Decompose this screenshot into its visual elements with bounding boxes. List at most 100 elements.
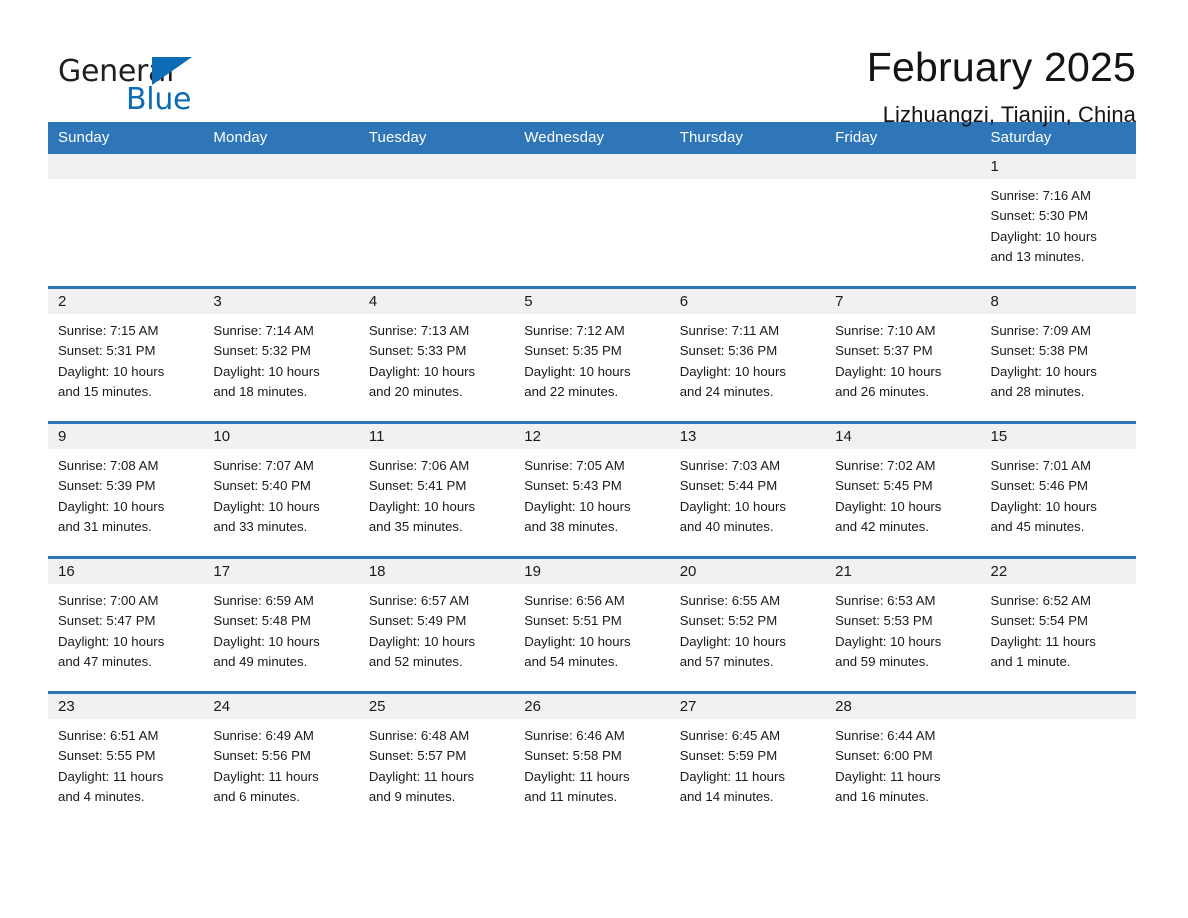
day-info: Sunrise: 7:12 AM Sunset: 5:35 PM Daylight:… [514,314,669,402]
day-info: Sunrise: 7:05 AM Sunset: 5:43 PM Daylight:… [514,449,669,537]
daylight-text-line1: Daylight: 10 hours [368,633,476,649]
day-number: 22 [980,559,1136,584]
day-cell-inner: 20 Sunrise: 6:55 AM Sunset: 5:52 PM Dayligh… [669,559,826,691]
sunset-text: Sunset: 5:36 PM [679,343,778,359]
day-number: 17 [203,559,359,584]
day-info: Sunrise: 6:44 AM Sunset: 6:00 PM Daylight:… [825,719,980,807]
calendar-day-cell[interactable]: 16 Sunrise: 7:00 AM Sunset: 5:47 PM Dayligh… [48,556,204,693]
calendar-day-cell[interactable]: 3 Sunrise: 7:14 AM Sunset: 5:32 PM Daylight… [203,286,359,423]
calendar-day-cell[interactable]: 12 Sunrise: 7:05 AM Sunset: 5:43 PM Dayligh… [514,421,670,558]
calendar-day-cell-empty [48,154,204,288]
daylight-text-line2: and 24 minutes. [679,383,774,399]
calendar-day-cell[interactable]: 7 Sunrise: 7:10 AM Sunset: 5:37 PM Daylight… [825,286,981,423]
calendar-day-cell-empty [825,154,981,288]
sunset-text: Sunset: 5:38 PM [990,343,1089,359]
sunrise-text: Sunrise: 7:15 AM [58,323,159,338]
calendar-day-cell[interactable]: 13 Sunrise: 7:03 AM Sunset: 5:44 PM Dayligh… [669,421,826,558]
calendar-day-cell[interactable]: 19 Sunrise: 6:56 AM Sunset: 5:51 PM Dayligh… [514,556,670,693]
calendar-day-cell[interactable]: 18 Sunrise: 6:57 AM Sunset: 5:49 PM Dayligh… [358,556,515,693]
daylight-text-line2: and 52 minutes. [368,653,463,669]
sunrise-text: Sunrise: 7:01 AM [990,458,1091,473]
daylight-text-line2: and 31 minutes. [58,518,152,534]
sunset-text: Sunset: 5:44 PM [679,478,778,494]
sunset-text: Sunset: 5:39 PM [58,478,156,494]
day-cell-inner: 22 Sunrise: 6:52 AM Sunset: 5:54 PM Dayligh… [980,559,1136,691]
calendar-week-row: 9 Sunrise: 7:08 AM Sunset: 5:39 PM Daylight… [48,421,1136,558]
day-number: 23 [48,694,204,719]
sunrise-text: Sunrise: 7:16 AM [990,188,1091,203]
calendar-day-cell[interactable]: 11 Sunrise: 7:06 AM Sunset: 5:41 PM Dayligh… [358,421,515,558]
calendar-day-cell[interactable]: 2 Sunrise: 7:15 AM Sunset: 5:31 PM Daylight… [48,286,204,423]
day-cell-inner: 15 Sunrise: 7:01 AM Sunset: 5:46 PM Dayligh… [980,424,1136,556]
weekday-header-sunday: Sunday [48,122,204,154]
day-info: Sunrise: 6:45 AM Sunset: 5:59 PM Daylight:… [670,719,825,807]
day-number: 27 [669,694,826,719]
sunrise-text: Sunrise: 6:56 AM [524,593,625,608]
day-number: 8 [980,289,1136,314]
day-number: 3 [203,289,359,314]
calendar-day-cell[interactable]: 20 Sunrise: 6:55 AM Sunset: 5:52 PM Dayligh… [669,556,826,693]
calendar-day-cell[interactable]: 5 Sunrise: 7:12 AM Sunset: 5:35 PM Daylight… [514,286,670,423]
sunset-text: Sunset: 5:56 PM [213,748,311,764]
day-info: Sunrise: 6:46 AM Sunset: 5:58 PM Daylight:… [514,719,669,807]
day-info: Sunrise: 7:00 AM Sunset: 5:47 PM Daylight:… [48,584,203,672]
sunrise-text: Sunrise: 7:12 AM [524,323,625,338]
sunset-text: Sunset: 5:48 PM [213,613,311,629]
day-number: 9 [48,424,204,449]
daylight-text-line1: Daylight: 10 hours [835,498,942,514]
sunrise-text: Sunrise: 6:53 AM [835,593,936,608]
day-info: Sunrise: 7:07 AM Sunset: 5:40 PM Daylight:… [203,449,358,537]
calendar-day-cell[interactable]: 15 Sunrise: 7:01 AM Sunset: 5:46 PM Dayligh… [980,421,1136,558]
day-number: 16 [48,559,204,584]
daylight-text-line1: Daylight: 11 hours [679,768,785,784]
calendar-day-cell[interactable]: 21 Sunrise: 6:53 AM Sunset: 5:53 PM Dayligh… [825,556,981,693]
calendar-day-cell[interactable]: 26 Sunrise: 6:46 AM Sunset: 5:58 PM Dayligh… [514,691,670,826]
daylight-text-line1: Daylight: 10 hours [213,363,320,379]
calendar-day-cell[interactable]: 27 Sunrise: 6:45 AM Sunset: 5:59 PM Dayligh… [669,691,826,826]
day-cell-inner: 10 Sunrise: 7:07 AM Sunset: 5:40 PM Dayligh… [203,424,359,556]
daylight-text-line1: Daylight: 11 hours [368,768,475,784]
calendar-day-cell[interactable]: 4 Sunrise: 7:13 AM Sunset: 5:33 PM Daylight… [358,286,515,423]
day-number: 26 [514,694,670,719]
day-cell-inner [825,154,981,286]
day-cell-inner: 28 Sunrise: 6:44 AM Sunset: 6:00 PM Dayligh… [825,694,981,826]
calendar-day-cell[interactable]: 8 Sunrise: 7:09 AM Sunset: 5:38 PM Daylight… [980,286,1136,423]
day-number [48,154,204,179]
sunset-text: Sunset: 5:53 PM [835,613,933,629]
day-info: Sunrise: 7:11 AM Sunset: 5:36 PM Daylight:… [670,314,825,402]
day-cell-inner: 1 Sunrise: 7:16 AM Sunset: 5:30 PM Daylight… [980,154,1136,286]
day-cell-inner [203,154,359,286]
daylight-text-line2: and 18 minutes. [213,383,308,399]
calendar-day-cell[interactable]: 14 Sunrise: 7:02 AM Sunset: 5:45 PM Dayligh… [825,421,981,558]
day-number: 19 [514,559,670,584]
day-cell-inner [514,154,670,286]
sunset-text: Sunset: 5:43 PM [524,478,622,494]
day-cell-inner: 9 Sunrise: 7:08 AM Sunset: 5:39 PM Daylight… [48,424,204,556]
calendar-day-cell[interactable]: 28 Sunrise: 6:44 AM Sunset: 6:00 PM Dayligh… [825,691,981,826]
calendar-day-cell[interactable]: 17 Sunrise: 6:59 AM Sunset: 5:48 PM Dayligh… [203,556,359,693]
daylight-text-line2: and 57 minutes. [679,653,774,669]
calendar-day-cell[interactable]: 25 Sunrise: 6:48 AM Sunset: 5:57 PM Dayligh… [358,691,515,826]
sunset-text: Sunset: 5:41 PM [368,478,467,494]
day-number: 18 [358,559,515,584]
daylight-text-line1: Daylight: 10 hours [524,498,631,514]
calendar-day-cell[interactable]: 22 Sunrise: 6:52 AM Sunset: 5:54 PM Dayligh… [980,556,1136,693]
day-cell-inner: 12 Sunrise: 7:05 AM Sunset: 5:43 PM Dayligh… [514,424,670,556]
daylight-text-line1: Daylight: 10 hours [524,633,631,649]
day-cell-inner: 14 Sunrise: 7:02 AM Sunset: 5:45 PM Dayligh… [825,424,981,556]
daylight-text-line2: and 14 minutes. [679,788,774,804]
calendar-day-cell[interactable]: 24 Sunrise: 6:49 AM Sunset: 5:56 PM Dayligh… [203,691,359,826]
sunrise-text: Sunrise: 6:57 AM [368,593,470,608]
day-cell-inner: 4 Sunrise: 7:13 AM Sunset: 5:33 PM Daylight… [358,289,515,421]
daylight-text-line1: Daylight: 11 hours [835,768,941,784]
calendar-day-cell[interactable]: 1 Sunrise: 7:16 AM Sunset: 5:30 PM Daylight… [980,154,1136,288]
calendar-day-cell[interactable]: 23 Sunrise: 6:51 AM Sunset: 5:55 PM Dayligh… [48,691,204,826]
calendar-day-cell[interactable]: 9 Sunrise: 7:08 AM Sunset: 5:39 PM Daylight… [48,421,204,558]
daylight-text-line1: Daylight: 10 hours [58,633,165,649]
weekday-header-monday: Monday [203,122,359,154]
daylight-text-line2: and 40 minutes. [679,518,774,534]
daylight-text-line2: and 33 minutes. [213,518,308,534]
calendar-day-cell[interactable]: 10 Sunrise: 7:07 AM Sunset: 5:40 PM Dayligh… [203,421,359,558]
calendar-day-cell[interactable]: 6 Sunrise: 7:11 AM Sunset: 5:36 PM Daylight… [669,286,826,423]
day-info: Sunrise: 6:55 AM Sunset: 5:52 PM Daylight:… [670,584,825,672]
